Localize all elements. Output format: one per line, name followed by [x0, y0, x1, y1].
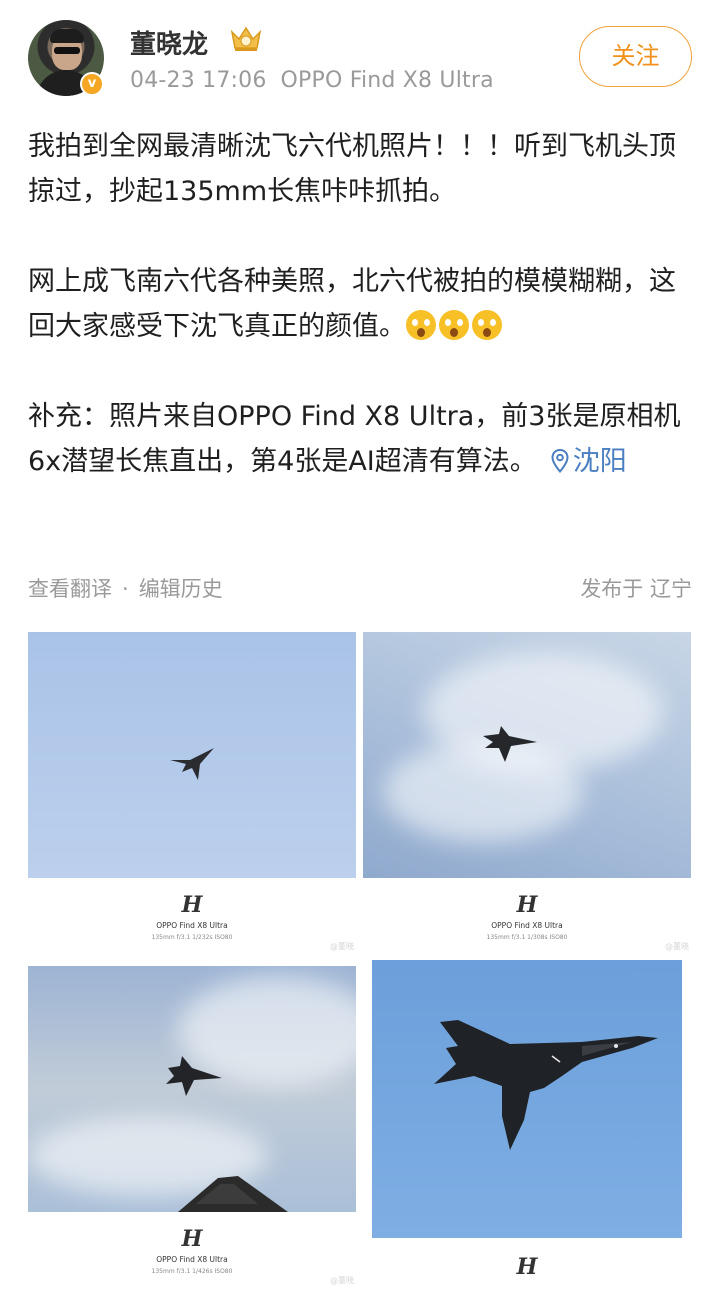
hasselblad-logo-icon: H: [516, 892, 538, 918]
post-photo[interactable]: H OPPO Find X8 Ultra 135mm f/3.1 1/308s …: [363, 632, 691, 956]
photo-image: [363, 632, 691, 878]
jet-image: [170, 748, 214, 780]
separator: ·: [122, 577, 129, 601]
jet-image: [434, 1020, 658, 1150]
weibo-watermark: @董晓: [330, 1276, 354, 1285]
crown-icon[interactable]: [228, 24, 264, 54]
hasselblad-logo-icon: H: [516, 1254, 538, 1280]
building-roof-image: [178, 1176, 288, 1212]
photo-image: [372, 960, 682, 1238]
hasselblad-logo-icon: H: [181, 1226, 203, 1252]
location-pin-icon: [551, 449, 569, 473]
photo-watermark-caption: H OPPO Find X8 Ultra 135mm f/3.1 1/232s …: [28, 894, 356, 941]
edit-history-link[interactable]: 编辑历史: [139, 577, 223, 601]
translate-link[interactable]: 查看翻译: [28, 577, 112, 601]
post-photo[interactable]: H OPPO Find X8 Ultra 135mm f/3.1 1/232s …: [28, 632, 356, 956]
scream-emoji-icon: [472, 310, 502, 340]
weibo-watermark: @董晓: [665, 942, 689, 951]
username[interactable]: 董晓龙: [130, 24, 208, 61]
photo-watermark-caption: H OPPO Find X8 Ultra 135mm f/3.1 1/308s …: [363, 894, 691, 941]
post-photo[interactable]: H OPPO Find X8 Ultra 135mm f/3.1 1/426s …: [28, 966, 356, 1290]
hasselblad-logo-icon: H: [181, 892, 203, 918]
verified-badge-icon: v: [80, 72, 104, 96]
post-photo[interactable]: H: [363, 960, 691, 1290]
photo-image: [28, 966, 356, 1212]
scream-emoji-icon: [406, 310, 436, 340]
post-body: 我拍到全网最清晰沈飞六代机照片！！！听到飞机头顶掠过，抄起135mm长焦咔咔抓拍…: [28, 124, 698, 484]
photo-watermark-caption: H OPPO Find X8 Ultra 135mm f/3.1 1/426s …: [28, 1228, 356, 1275]
photo-image: [28, 632, 356, 878]
post-paragraph: 我拍到全网最清晰沈飞六代机照片！！！听到飞机头顶掠过，抄起135mm长焦咔咔抓拍…: [28, 131, 676, 207]
jet-image: [483, 726, 537, 762]
post-footer: 查看翻译 · 编辑历史 发布于 辽宁: [28, 573, 692, 603]
post-header: v 董晓龙 04-23 17:06 OPPO Find X8 Ultra 关注: [0, 0, 720, 110]
photo-watermark-caption: H: [363, 1256, 691, 1278]
follow-button[interactable]: 关注: [579, 26, 692, 87]
scream-emoji-icon: [439, 310, 469, 340]
location-link[interactable]: 沈阳: [537, 446, 627, 477]
weibo-watermark: @董晓: [330, 942, 354, 951]
jet-image: [166, 1056, 222, 1096]
post-meta: 04-23 17:06 OPPO Find X8 Ultra: [130, 68, 494, 93]
post-time: 04-23 17:06: [130, 68, 267, 93]
post-paragraph: 网上成飞南六代各种美照，北六代被拍的模模糊糊，这回大家感受下沈飞真正的颜值。: [28, 266, 676, 342]
post-paragraph: 补充：照片来自OPPO Find X8 Ultra，前3张是原相机6x潜望长焦直…: [28, 401, 681, 477]
post-device: OPPO Find X8 Ultra: [280, 68, 494, 93]
published-location: 发布于 辽宁: [580, 577, 692, 601]
